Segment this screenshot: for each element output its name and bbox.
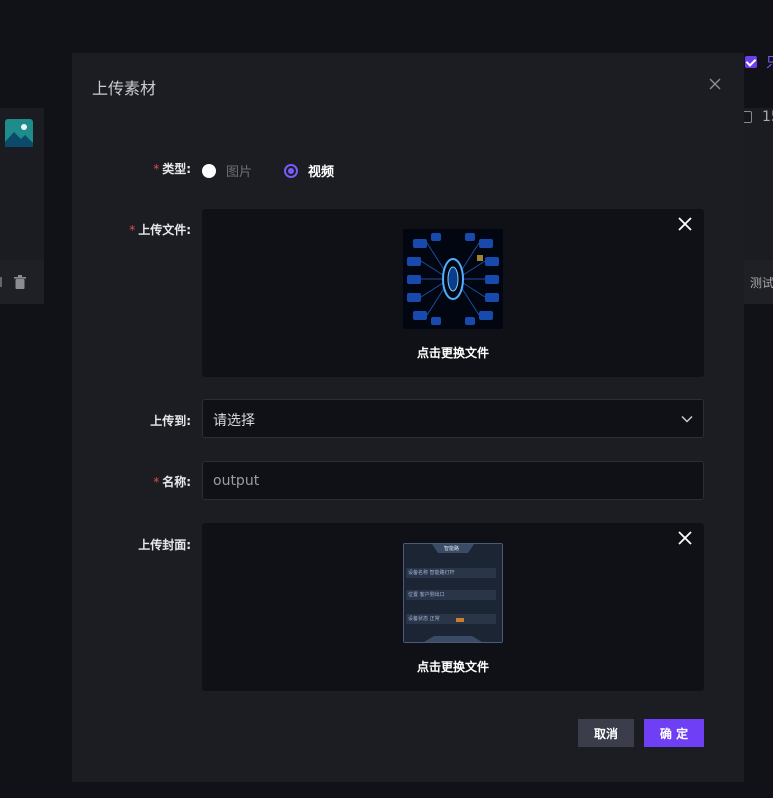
upload-to-label: 上传到: — [150, 414, 191, 428]
image-icon — [5, 119, 33, 147]
radio-dot-selected[interactable] — [284, 163, 298, 178]
cover-title-text: 智能路 — [444, 546, 460, 552]
video-thumbnail — [403, 229, 503, 329]
radio-video[interactable]: 视频 — [284, 161, 334, 180]
radio-image-label: 图片 — [226, 165, 253, 180]
background-checkbox-label: 只 — [766, 52, 773, 72]
required-mark: * — [153, 475, 160, 489]
upload-cover-label: 上传封面: — [138, 538, 191, 552]
confirm-button[interactable]: 确 定 — [644, 719, 704, 747]
cover-row-text: 设备名称 智能路灯杆 — [408, 570, 455, 576]
type-label: * 类型: — [153, 162, 191, 176]
name-label: * 名称: — [153, 475, 191, 489]
remove-cover-icon[interactable] — [678, 531, 692, 545]
name-input[interactable] — [202, 461, 704, 500]
cover-row-text: 设备状态 正常 — [408, 616, 440, 622]
background-number: 15 — [762, 109, 773, 125]
required-mark: * — [153, 162, 160, 176]
upload-to-select[interactable]: 请选择 — [202, 399, 704, 438]
radio-video-label: 视频 — [308, 165, 335, 180]
upload-cover-area[interactable]: 智能路 设备名称 智能路灯杆 位置 客户侧出口 设备状态 正常 点击更换文件 — [202, 523, 704, 691]
upload-material-modal: 上传素材 * 类型: 图片 视频 * 上传文件: 点击更换文件 上传到: 请选择… — [72, 53, 744, 782]
cover-row-text: 位置 客户侧出口 — [408, 592, 445, 598]
video-preview-image — [403, 229, 503, 329]
trash-icon[interactable] — [14, 275, 26, 289]
background-asset-card — [0, 108, 44, 304]
radio-dot[interactable] — [202, 163, 216, 178]
remove-file-icon[interactable] — [678, 217, 692, 231]
divider — [0, 277, 2, 287]
close-icon[interactable] — [708, 77, 722, 91]
chevron-down-icon — [681, 415, 693, 423]
change-cover-link[interactable]: 点击更换文件 — [417, 658, 489, 675]
background-checkbox-checked[interactable] — [745, 56, 757, 68]
background-card-footer — [0, 260, 44, 304]
required-mark: * — [129, 223, 136, 237]
modal-title: 上传素材 — [92, 79, 157, 98]
background-footer-text: 测试 — [750, 276, 773, 290]
change-file-link[interactable]: 点击更换文件 — [417, 344, 489, 361]
radio-image[interactable]: 图片 — [202, 161, 252, 180]
cover-thumbnail: 智能路 设备名称 智能路灯杆 位置 客户侧出口 设备状态 正常 — [403, 543, 503, 643]
select-placeholder: 请选择 — [213, 413, 255, 429]
cancel-button[interactable]: 取消 — [578, 719, 634, 747]
upload-file-area[interactable]: 点击更换文件 — [202, 209, 704, 377]
upload-file-label: * 上传文件: — [129, 223, 191, 237]
